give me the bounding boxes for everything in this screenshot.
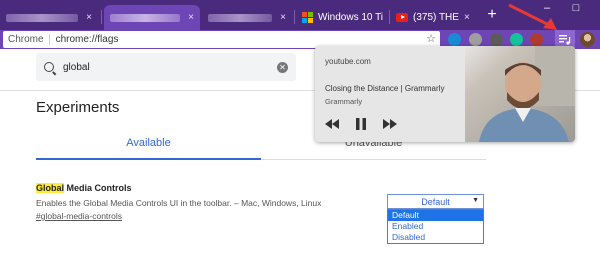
experiment-state-dropdown: Default Enabled Disabled	[387, 209, 484, 244]
experiment-anchor-link[interactable]: #global-media-controls	[36, 211, 122, 221]
media-artist: Grammarly	[325, 97, 363, 106]
tab-title: (375) THE	[413, 12, 459, 23]
tab-separator	[101, 10, 102, 24]
tab-blurred-1[interactable]: ×	[0, 5, 98, 30]
bookmark-star-icon[interactable]: ☆	[426, 32, 436, 45]
blurred-tab-title	[110, 13, 180, 22]
url-text[interactable]: chrome://flags	[50, 34, 119, 45]
new-tab-button[interactable]: +	[484, 7, 500, 23]
clear-search-button[interactable]: ✕	[277, 62, 288, 73]
previous-track-icon[interactable]	[325, 119, 339, 129]
tab-windows-10[interactable]: Windows 10 Ti	[296, 5, 388, 30]
tab-separator	[294, 10, 295, 24]
grey-extension-icon[interactable]	[469, 33, 482, 46]
puzzle-extension-icon[interactable]	[448, 33, 461, 46]
maximize-button[interactable]: □	[569, 2, 583, 14]
close-icon[interactable]: ×	[280, 12, 286, 23]
photo-extension-icon[interactable]	[530, 33, 543, 46]
experiment-description: Enables the Global Media Controls UI in …	[36, 198, 322, 208]
tab-available-indicator	[36, 158, 261, 160]
tab-youtube[interactable]: (375) THE ×	[390, 5, 470, 30]
media-playlist-icon	[559, 34, 571, 45]
close-icon[interactable]: ×	[464, 12, 470, 23]
annotation-arrow-icon	[508, 3, 557, 30]
grammarly-icon[interactable]	[510, 33, 523, 46]
experiment-name: Global Media Controls	[36, 183, 132, 193]
blurred-tab-title	[6, 13, 78, 22]
option-disabled[interactable]: Disabled	[388, 232, 483, 243]
close-icon[interactable]: ×	[86, 12, 92, 23]
browser-window: × × × Windows 10 Ti (375) THE × + – □ Ch…	[0, 0, 600, 263]
tab-blurred-3[interactable]: ×	[202, 5, 292, 30]
media-artwork	[465, 46, 575, 142]
tab-unavailable-underline	[261, 159, 486, 160]
tab-title: Windows 10 Ti	[318, 12, 384, 23]
pause-icon[interactable]	[356, 118, 366, 130]
option-default[interactable]: Default	[388, 210, 483, 221]
search-query[interactable]: global	[63, 62, 90, 73]
youtube-icon	[396, 13, 408, 22]
experiment-name-rest: Media Controls	[64, 183, 132, 193]
next-track-icon[interactable]	[383, 119, 397, 129]
page-title: Experiments	[36, 99, 120, 116]
option-enabled[interactable]: Enabled	[388, 221, 483, 232]
tab-blurred-active[interactable]: ×	[104, 5, 200, 30]
media-title: Closing the Distance | Grammarly	[325, 84, 445, 93]
select-value: Default	[421, 196, 450, 207]
tab-available[interactable]: Available	[36, 137, 261, 149]
search-input[interactable]: global ✕	[36, 53, 296, 81]
media-origin: youtube.com	[325, 57, 371, 66]
chevron-down-icon: ▼	[472, 197, 479, 204]
media-controls-popup: youtube.com Closing the Distance | Gramm…	[315, 46, 575, 142]
close-icon[interactable]: ×	[188, 12, 194, 23]
dark-extension-icon[interactable]	[490, 33, 503, 46]
blurred-tab-title	[208, 13, 272, 22]
media-controls	[325, 118, 397, 130]
avatar[interactable]	[580, 32, 595, 47]
search-highlight: Global	[36, 183, 65, 193]
scheme-label: Chrome	[3, 34, 50, 45]
windows-icon	[302, 12, 313, 23]
search-icon	[44, 62, 54, 72]
experiment-state-select[interactable]: Default ▼	[387, 194, 484, 209]
